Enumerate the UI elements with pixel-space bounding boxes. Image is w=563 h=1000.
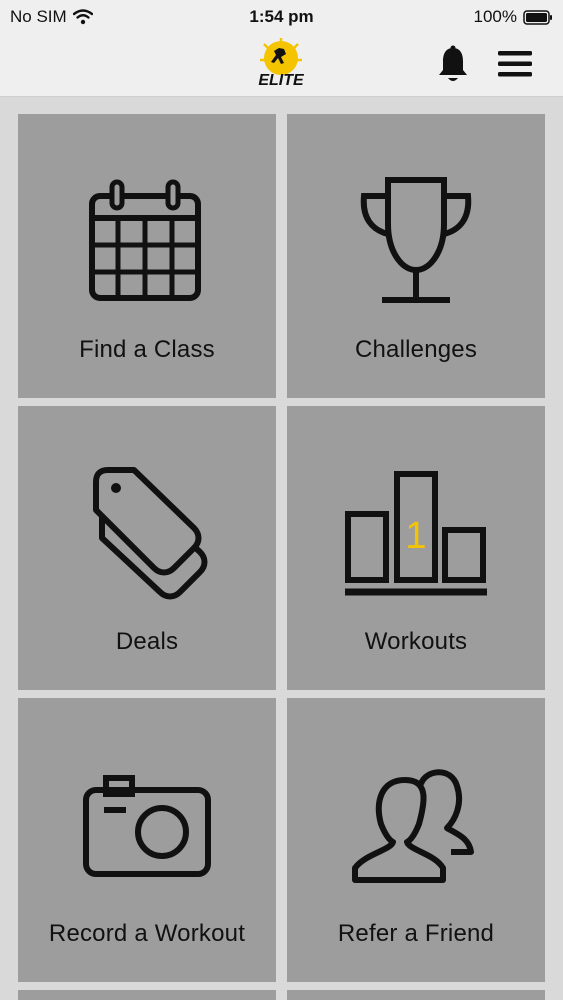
tile-label: Workouts <box>364 628 468 655</box>
battery-percent: 100% <box>473 7 517 26</box>
tile-partial-left[interactable] <box>18 990 276 1000</box>
camera-icon <box>83 775 211 877</box>
tile-workouts[interactable]: 1 Workouts <box>287 406 545 690</box>
podium-icon: 1 <box>345 471 487 596</box>
tile-partial-right[interactable] <box>287 990 545 1000</box>
battery-status: 100% <box>474 7 553 27</box>
calendar-icon <box>89 179 201 301</box>
tile-find-a-class[interactable]: Find a Class <box>18 114 276 398</box>
tile-refer-a-friend[interactable]: Refer a Friend <box>287 698 545 982</box>
tile-label: Deals <box>115 628 179 655</box>
elite-logo[interactable]: ELITE <box>252 38 310 90</box>
podium-number: 1 <box>405 515 426 557</box>
bell-icon[interactable] <box>434 44 472 84</box>
tile-record-a-workout[interactable]: Record a Workout <box>18 698 276 982</box>
status-bar: No SIM 1:54 pm 100% <box>0 0 563 34</box>
hamburger-menu-icon[interactable] <box>496 48 534 80</box>
tag-icon <box>93 467 208 600</box>
tile-deals[interactable]: Deals <box>18 406 276 690</box>
users-icon <box>352 769 474 883</box>
app-header: ELITE <box>0 34 563 97</box>
tile-label: Refer a Friend <box>337 920 495 947</box>
sunburst-icon <box>260 38 302 75</box>
logo-text: ELITE <box>258 72 305 89</box>
trophy-icon <box>360 177 472 303</box>
tile-label: Record a Workout <box>48 920 246 947</box>
tile-label: Challenges <box>354 336 478 363</box>
home-tile-grid: Find a Class Challenges Deals 1 Workouts… <box>0 96 563 1000</box>
battery-icon <box>523 9 552 25</box>
tile-label: Find a Class <box>79 336 215 363</box>
tile-challenges[interactable]: Challenges <box>287 114 545 398</box>
